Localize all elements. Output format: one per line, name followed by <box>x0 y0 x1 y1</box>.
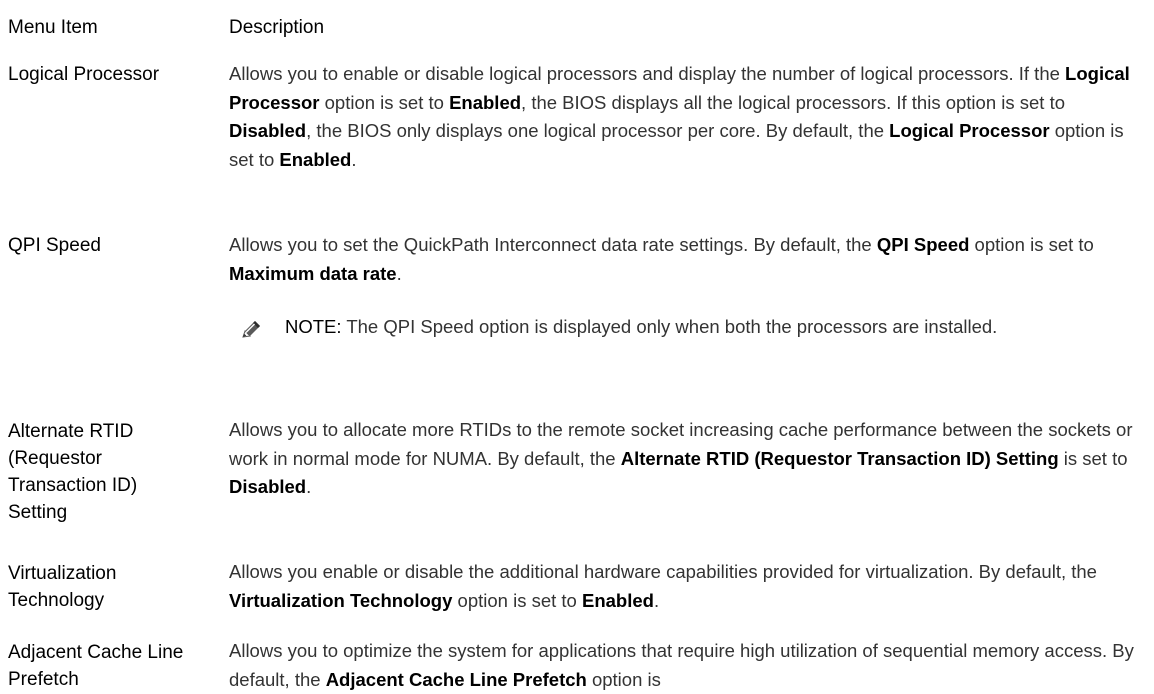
menu-item-description: Allows you to optimize the system for ap… <box>229 640 1134 690</box>
menu-item-label: Alternate RTID (Requestor Transaction ID… <box>8 421 138 523</box>
column-header-description: Description <box>229 17 325 38</box>
menu-item-label: Logical Processor <box>8 64 160 85</box>
menu-item-label: Virtualization Technology <box>8 563 117 611</box>
menu-item-description: Allows you enable or disable the additio… <box>229 561 1097 611</box>
menu-item-label: Adjacent Cache Line Prefetch <box>8 642 184 690</box>
menu-item-description: Allows you to set the QuickPath Intercon… <box>229 234 1094 284</box>
column-header-menu-item: Menu Item <box>8 17 98 38</box>
note-text: NOTE: The QPI Speed option is displayed … <box>285 316 998 337</box>
menu-item-description: Allows you to enable or disable logical … <box>229 63 1130 170</box>
menu-item-label: QPI Speed <box>8 235 101 256</box>
menu-item-description: Allows you to allocate more RTIDs to the… <box>229 419 1133 497</box>
pencil-icon <box>241 318 263 340</box>
